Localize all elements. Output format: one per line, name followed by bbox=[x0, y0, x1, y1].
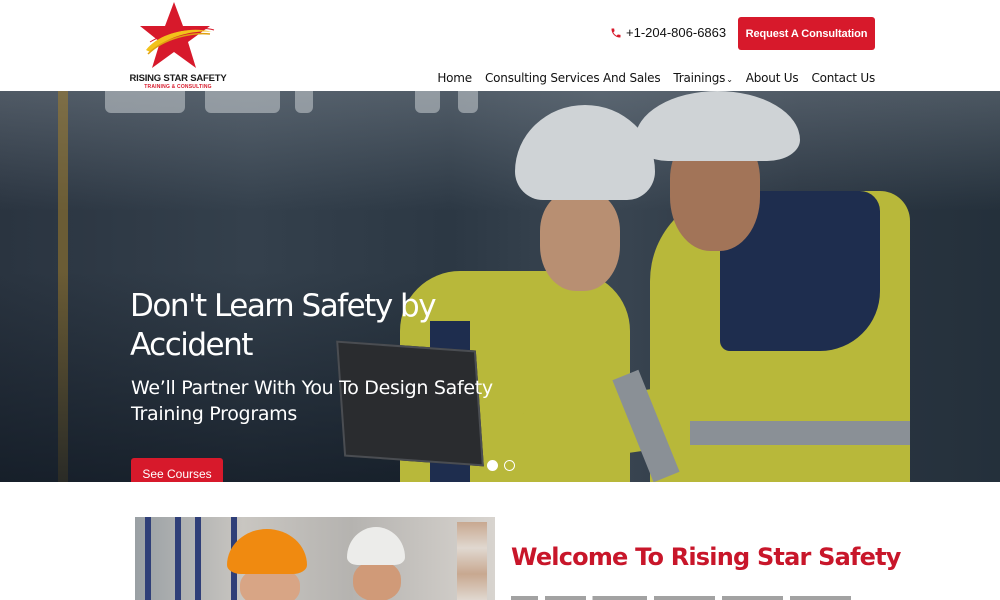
warehouse-rack bbox=[195, 517, 201, 600]
slider-dot-2[interactable] bbox=[504, 460, 515, 471]
nav-item-trainings[interactable]: Trainings ⌄ bbox=[673, 71, 733, 85]
nav-item-home[interactable]: Home bbox=[437, 71, 472, 85]
phone-link[interactable]: +1-204-806-6863 bbox=[610, 25, 726, 40]
request-consultation-button[interactable]: Request A Consultation bbox=[738, 17, 875, 50]
background-window bbox=[205, 91, 280, 113]
star-swoosh-icon bbox=[140, 2, 215, 68]
slider-dot-1[interactable] bbox=[487, 460, 498, 471]
see-courses-button[interactable]: See Courses bbox=[131, 458, 223, 482]
background-window bbox=[458, 91, 478, 113]
background-window bbox=[415, 91, 440, 113]
hero-subtitle: We’ll Partner With You To Design Safety … bbox=[131, 377, 493, 425]
site-logo[interactable]: RISING STAR SAFETY TRAINING & CONSULTING bbox=[128, 2, 228, 90]
orange-helmet bbox=[227, 529, 307, 574]
welcome-image bbox=[135, 517, 495, 600]
logo-brand-name: RISING STAR SAFETY bbox=[129, 73, 227, 84]
main-nav: Home Consulting Services And Sales Train… bbox=[424, 71, 875, 85]
worker-face bbox=[540, 191, 620, 291]
phone-icon bbox=[611, 28, 621, 37]
worker-face bbox=[353, 561, 401, 600]
hero-slider: Don't Learn Safety by Accident We’ll Par… bbox=[0, 91, 1000, 482]
white-helmet bbox=[347, 527, 405, 565]
nav-label: About Us bbox=[745, 71, 799, 85]
welcome-paragraph-cutoff bbox=[511, 594, 851, 600]
warehouse-shelf bbox=[457, 522, 487, 600]
nav-item-contact[interactable]: Contact Us bbox=[811, 71, 875, 85]
chevron-down-icon: ⌄ bbox=[726, 75, 733, 84]
nav-item-about[interactable]: About Us bbox=[746, 71, 799, 85]
site-header: RISING STAR SAFETY TRAINING & CONSULTING… bbox=[0, 0, 1000, 91]
logo-tagline: TRAINING & CONSULTING bbox=[144, 84, 212, 90]
reflective-stripe bbox=[690, 421, 910, 445]
background-window bbox=[105, 91, 185, 113]
nav-label: Trainings bbox=[673, 71, 726, 85]
welcome-title: Welcome To Rising Star Safety bbox=[511, 543, 901, 571]
warehouse-rack bbox=[175, 517, 181, 600]
background-window bbox=[295, 91, 313, 113]
phone-number: +1-204-806-6863 bbox=[626, 25, 727, 40]
nav-label: Consulting Services And Sales bbox=[484, 71, 661, 85]
nav-label: Contact Us bbox=[811, 71, 875, 85]
hero-title: Don't Learn Safety by Accident bbox=[130, 288, 437, 363]
nav-label: Home bbox=[437, 71, 472, 85]
warehouse-rack bbox=[145, 517, 151, 600]
slider-pagination bbox=[487, 460, 515, 471]
nav-item-consulting[interactable]: Consulting Services And Sales bbox=[484, 71, 661, 85]
